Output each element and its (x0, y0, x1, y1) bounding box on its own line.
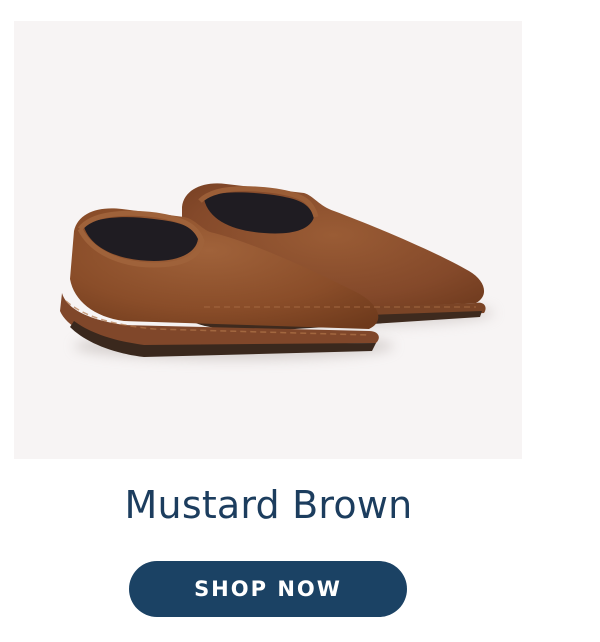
shop-now-button[interactable]: SHOP NOW (129, 561, 407, 617)
product-image[interactable] (14, 21, 522, 459)
product-name: Mustard Brown (124, 483, 413, 527)
loafer-slippers-icon (60, 183, 494, 360)
